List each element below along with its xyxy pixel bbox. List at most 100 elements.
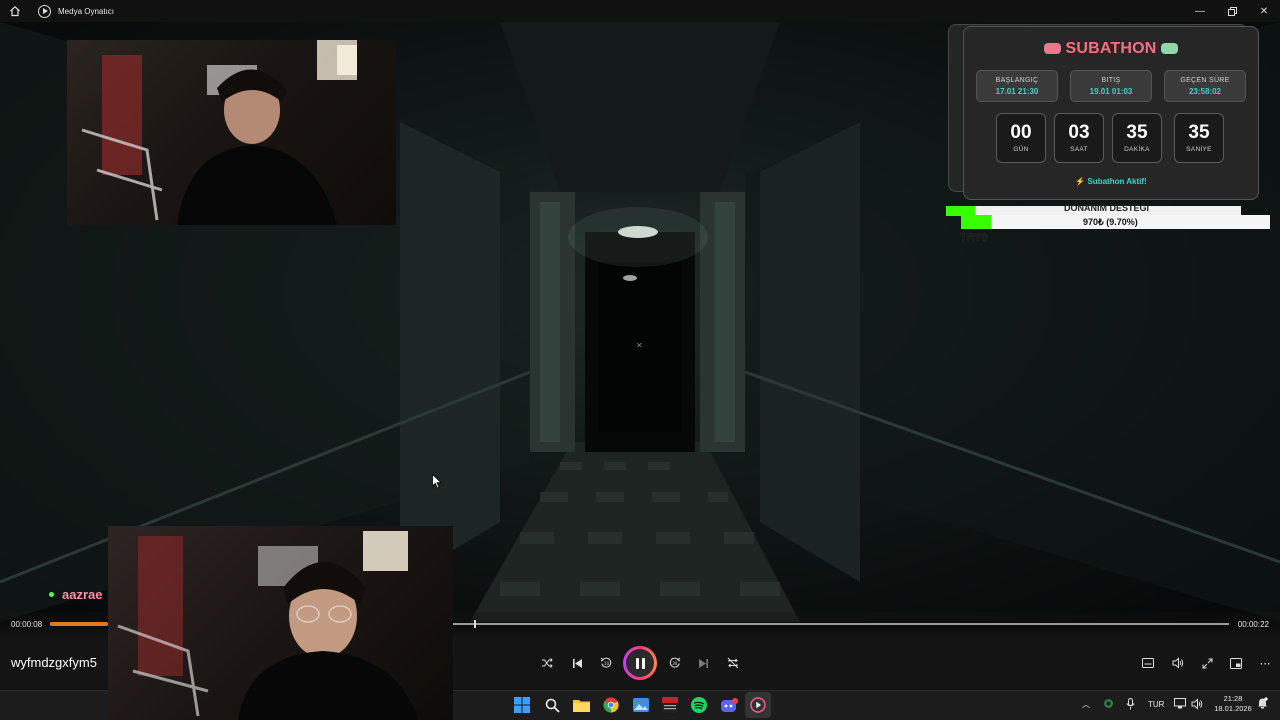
language-indicator[interactable]: TUR — [1148, 700, 1164, 709]
network-icon — [1174, 698, 1186, 709]
subtitles-button[interactable] — [1137, 652, 1159, 674]
more-icon: ⋯ — [1259, 657, 1271, 670]
fullscreen-button[interactable] — [1196, 652, 1218, 674]
network-tray-button[interactable] — [1174, 698, 1186, 711]
repeat-off-icon — [727, 657, 739, 669]
forward-30-button[interactable]: 30 — [664, 652, 686, 674]
shuffle-button[interactable] — [536, 652, 558, 674]
countdown-seconds: 35 SANİYE — [1174, 113, 1224, 163]
start-time-label: BAŞLANGIÇ — [995, 77, 1039, 84]
minimize-icon: — — [1195, 5, 1205, 17]
media-player-window: Medya Oynatıcı — ✕ ✕ SUBATHON BAŞLANGIÇ … — [0, 0, 1280, 720]
svg-text:30: 30 — [672, 661, 678, 666]
search-icon — [545, 698, 560, 713]
shuffle-icon — [542, 658, 553, 668]
home-icon — [10, 5, 20, 17]
discord-icon — [720, 697, 738, 712]
fullscreen-icon — [1202, 658, 1212, 668]
taskbar-voicemeeter[interactable] — [660, 695, 680, 715]
subathon-title-text: SUBATHON — [1065, 40, 1157, 57]
previous-icon — [572, 658, 582, 668]
countdown-hours: 03 SAAT — [1054, 113, 1104, 163]
donation-currency-label: TRY0 — [960, 232, 988, 244]
tray-app-icon — [1104, 699, 1113, 708]
svg-text:✕: ✕ — [636, 341, 643, 350]
mini-player-icon — [1230, 657, 1242, 669]
donation-goal-value: 970₺ (9.70%) — [1083, 217, 1138, 227]
home-button[interactable] — [0, 0, 30, 22]
previous-button[interactable] — [566, 652, 588, 674]
taskbar-spotify[interactable] — [689, 695, 709, 715]
subathon-widget: SUBATHON BAŞLANGIÇ 17.01 21:30 BITIŞ 19.… — [963, 26, 1259, 200]
start-time-value: 17.01 21:30 — [995, 87, 1039, 96]
title-bar: Medya Oynatıcı — ✕ — [0, 0, 1280, 22]
subathon-title: SUBATHON — [964, 40, 1258, 58]
subtitles-icon — [1142, 658, 1154, 668]
speaker-icon — [1191, 698, 1203, 710]
subathon-status: ⚡ Subathon Aktif! — [1075, 177, 1147, 186]
webcam-overlay-bottom — [108, 526, 453, 720]
start-button[interactable] — [512, 695, 532, 715]
show-hidden-icons-button[interactable]: ︿ — [1082, 699, 1090, 710]
end-time-box: BITIŞ 19.01 01:03 — [1070, 70, 1152, 102]
media-player-icon — [38, 4, 51, 18]
maximize-icon — [1227, 6, 1237, 16]
minimize-button[interactable]: — — [1184, 0, 1216, 22]
elapsed-time-label: GEÇEN SÜRE — [1180, 77, 1230, 84]
app-title: Medya Oynatıcı — [58, 6, 115, 16]
countdown-minutes-label: DAKİKA — [1124, 146, 1150, 153]
taskbar-file-explorer[interactable] — [571, 695, 591, 715]
seek-bar-thumb[interactable] — [474, 620, 477, 628]
next-button[interactable] — [692, 652, 714, 674]
volume-button[interactable] — [1167, 652, 1189, 674]
countdown-minutes: 35 DAKİKA — [1112, 113, 1162, 163]
windows-start-icon — [514, 697, 530, 713]
taskbar-search-button[interactable] — [542, 695, 562, 715]
taskbar-media-player[interactable] — [748, 695, 768, 715]
time-total: 00:00:22 — [1237, 620, 1269, 629]
gamepad-icon — [1160, 43, 1178, 54]
webcam-streamer-image — [81, 40, 357, 225]
photos-icon — [633, 698, 649, 712]
close-button[interactable]: ✕ — [1248, 0, 1280, 22]
forward-30-icon: 30 — [669, 657, 681, 668]
taskbar-discord[interactable] — [719, 695, 739, 715]
mini-player-button[interactable] — [1225, 652, 1247, 674]
spotify-icon — [691, 697, 707, 713]
taskbar-clock[interactable]: 21:28 18.01.2026 — [1213, 694, 1253, 714]
countdown-hours-value: 03 — [1068, 122, 1090, 143]
maximize-button[interactable] — [1216, 0, 1248, 22]
donation-progress-fill — [961, 215, 991, 229]
volume-tray-button[interactable] — [1191, 698, 1203, 712]
countdown-seconds-value: 35 — [1188, 122, 1210, 143]
window-controls: — ✕ — [1184, 0, 1280, 22]
countdown-hours-label: SAAT — [1070, 146, 1088, 153]
media-title: wyfmdzgxfym5 — [11, 655, 97, 670]
tray-app-indicator[interactable] — [1103, 698, 1114, 711]
microphone-tray-button[interactable] — [1126, 698, 1135, 712]
countdown-days: 00 GÜN — [996, 113, 1046, 163]
countdown-seconds-label: SANİYE — [1186, 146, 1212, 153]
rewind-10-icon: 10 — [600, 657, 612, 668]
pause-icon — [626, 649, 654, 677]
countdown-days-label: GÜN — [1013, 146, 1029, 153]
taskbar-photos[interactable] — [631, 695, 651, 715]
volume-icon — [1172, 657, 1184, 669]
chevron-up-icon: ︿ — [1082, 700, 1090, 709]
end-time-value: 19.01 01:03 — [1089, 87, 1133, 96]
taskbar-chrome[interactable] — [601, 695, 621, 715]
notifications-button[interactable] — [1257, 697, 1268, 711]
more-options-button[interactable]: ⋯ — [1254, 652, 1276, 674]
end-time-label: BITIŞ — [1101, 77, 1121, 84]
rewind-10-button[interactable]: 10 — [595, 652, 617, 674]
repeat-off-button[interactable] — [722, 652, 744, 674]
voicemeeter-icon — [662, 697, 678, 713]
countdown-days-value: 00 — [1010, 122, 1032, 143]
notification-bell-icon — [1258, 697, 1268, 709]
chrome-icon — [603, 697, 619, 713]
svg-text:10: 10 — [604, 661, 610, 666]
pause-button[interactable] — [623, 646, 657, 680]
webcam-streamer-image — [117, 531, 418, 720]
elapsed-time-box: GEÇEN SÜRE 23:58:02 — [1164, 70, 1246, 102]
countdown-minutes-value: 35 — [1126, 122, 1148, 143]
